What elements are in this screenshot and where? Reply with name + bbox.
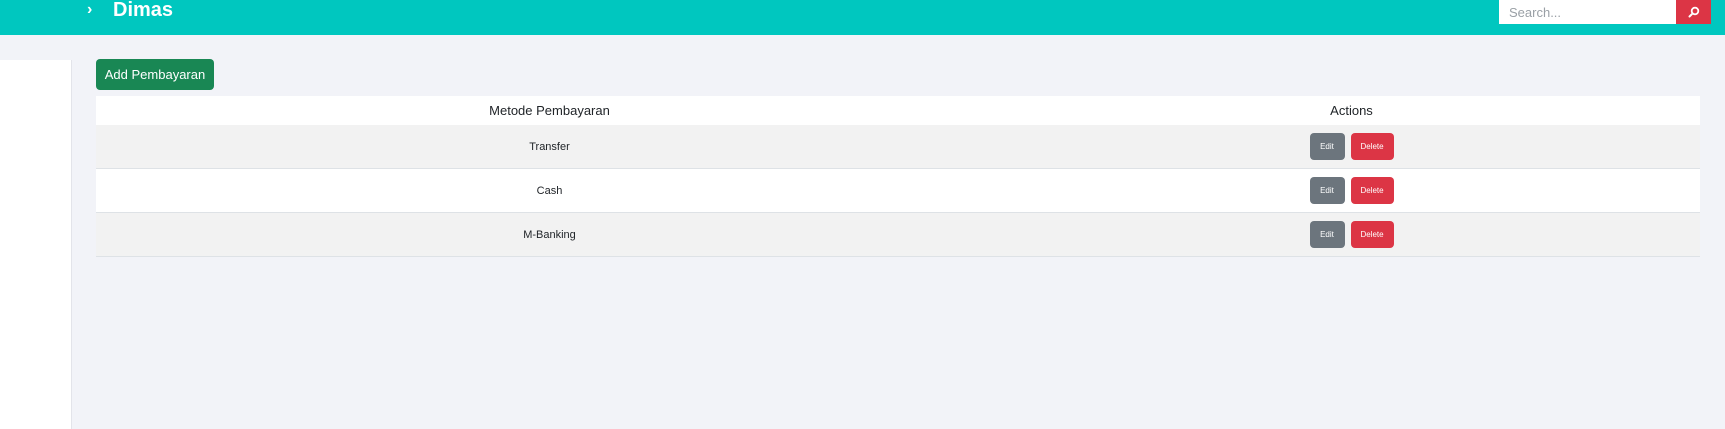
- payment-methods-table: Metode Pembayaran Actions Transfer Edit …: [96, 96, 1700, 257]
- page-title: Dimas: [113, 0, 174, 21]
- table-row: Transfer Edit Delete: [96, 125, 1700, 169]
- table-row: Cash Edit Delete: [96, 169, 1700, 213]
- payment-method-cell: Cash: [536, 184, 563, 197]
- add-pembayaran-button[interactable]: Add Pembayaran: [96, 59, 214, 90]
- top-navbar: › Dimas: [0, 0, 1725, 35]
- delete-button[interactable]: Delete: [1350, 177, 1394, 204]
- payment-method-cell: M-Banking: [523, 228, 576, 241]
- search-button[interactable]: [1676, 0, 1711, 24]
- edit-button[interactable]: Edit: [1309, 133, 1345, 160]
- row-actions: Edit Delete: [1003, 133, 1700, 160]
- table-header: Metode Pembayaran Actions: [96, 96, 1700, 125]
- edit-button[interactable]: Edit: [1309, 221, 1345, 248]
- search-input[interactable]: [1499, 0, 1676, 24]
- delete-button[interactable]: Delete: [1350, 221, 1394, 248]
- row-actions: Edit Delete: [1003, 221, 1700, 248]
- table-row: M-Banking Edit Delete: [96, 213, 1700, 257]
- row-actions: Edit Delete: [1003, 177, 1700, 204]
- column-header-actions: Actions: [1330, 103, 1373, 118]
- delete-button[interactable]: Delete: [1350, 133, 1394, 160]
- sidebar-panel: [0, 60, 72, 429]
- search-icon: [1688, 6, 1699, 18]
- chevron-right-icon[interactable]: ›: [87, 1, 92, 19]
- edit-button[interactable]: Edit: [1309, 177, 1345, 204]
- payment-method-cell: Transfer: [529, 140, 570, 153]
- column-header-method: Metode Pembayaran: [489, 103, 610, 118]
